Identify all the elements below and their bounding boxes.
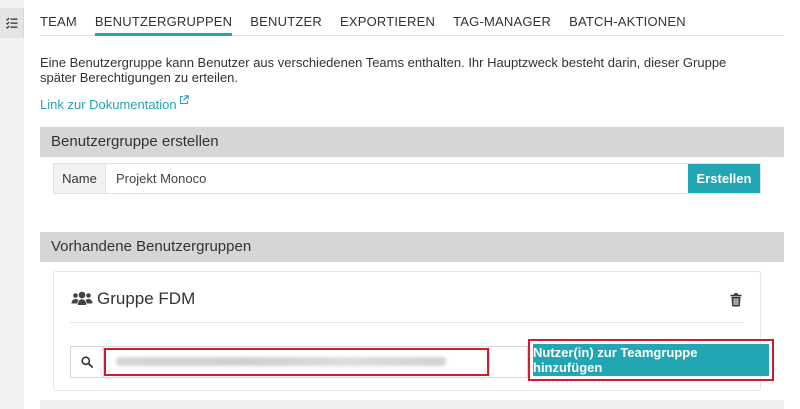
- tab-tag-manager[interactable]: TAG-MANAGER: [453, 0, 551, 36]
- delete-group-button[interactable]: [730, 293, 742, 312]
- group-card: Gruppe FDM Nutzer(in) zur Teamgruppe hin…: [53, 271, 774, 391]
- nav-tabs: TEAM BENUTZERGRUPPEN BENUTZER EXPORTIERE…: [40, 0, 784, 36]
- next-card-edge: [40, 400, 784, 409]
- existing-section-header: Vorhandene Benutzergruppen: [40, 232, 784, 262]
- user-search: [70, 346, 490, 378]
- add-user-to-group-button[interactable]: Nutzer(in) zur Teamgruppe hinzufügen: [533, 344, 769, 376]
- highlight-box-add-button: Nutzer(in) zur Teamgruppe hinzufügen: [528, 339, 774, 381]
- group-name-input[interactable]: [106, 164, 688, 193]
- group-title: Gruppe FDM: [71, 289, 195, 309]
- search-addon: [70, 346, 104, 378]
- intro-text: Eine Benutzergruppe kann Benutzer aus ve…: [40, 55, 727, 85]
- group-name: Gruppe FDM: [97, 289, 196, 308]
- main-panel: TEAM BENUTZERGRUPPEN BENUTZER EXPORTIERE…: [24, 0, 800, 409]
- tab-benutzergruppen[interactable]: BENUTZERGRUPPEN: [94, 0, 233, 36]
- tab-batch-aktionen[interactable]: BATCH-AKTIONEN: [569, 0, 686, 36]
- documentation-link-label: Link zur Dokumentation: [40, 97, 177, 112]
- trash-icon: [730, 293, 742, 307]
- create-group-form: Name Erstellen: [53, 163, 761, 194]
- name-label: Name: [54, 164, 106, 193]
- highlight-box-search: [104, 348, 489, 376]
- tab-team[interactable]: TEAM: [40, 0, 77, 36]
- list-check-icon: [5, 17, 17, 29]
- users-icon: [71, 291, 93, 305]
- documentation-link[interactable]: Link zur Dokumentation: [40, 95, 189, 112]
- card-divider: [70, 322, 744, 323]
- search-icon: [81, 356, 93, 368]
- create-button[interactable]: Erstellen: [688, 164, 760, 193]
- tab-benutzer[interactable]: BENUTZER: [250, 0, 322, 36]
- tab-exportieren[interactable]: EXPORTIEREN: [340, 0, 435, 36]
- external-link-icon: [179, 95, 189, 105]
- create-section-header: Benutzergruppe erstellen: [40, 127, 784, 157]
- user-search-field[interactable]: [104, 346, 490, 378]
- sidebar-toggle[interactable]: [0, 8, 24, 38]
- search-input-extension: [490, 346, 528, 378]
